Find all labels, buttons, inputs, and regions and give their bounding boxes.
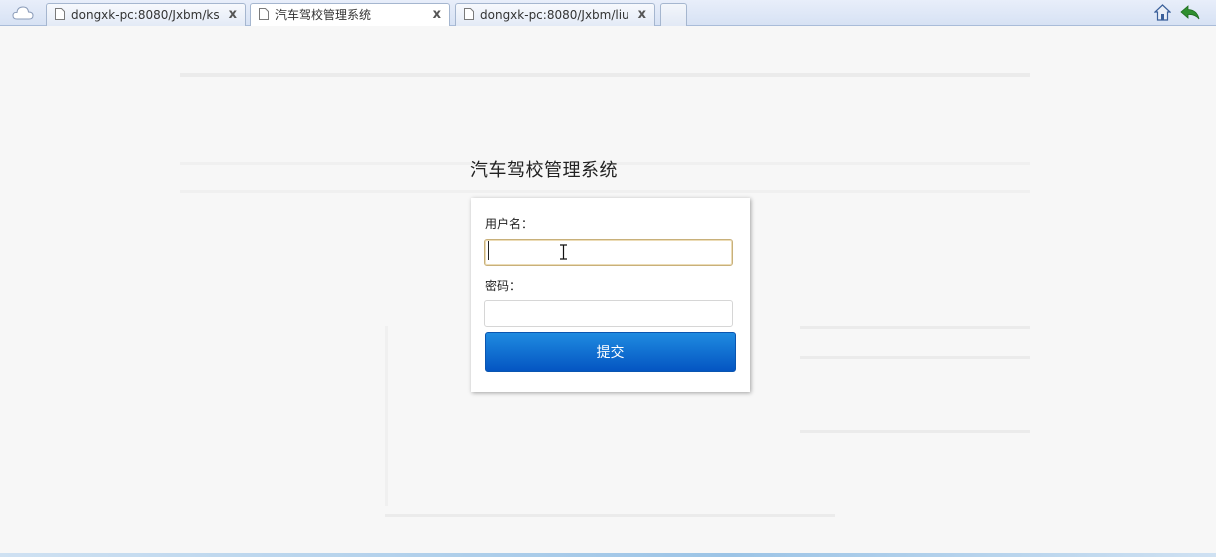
tab-ksdet[interactable]: dongxk-pc:8080/Jxbm/ksDet x bbox=[46, 3, 246, 26]
close-icon[interactable]: x bbox=[638, 7, 646, 22]
login-panel: 用户名： 密码： 提交 bbox=[471, 198, 750, 392]
background-artifact bbox=[800, 326, 1030, 329]
tab-liuyan[interactable]: dongxk-pc:8080/Jxbm/liuyan x bbox=[455, 3, 655, 26]
cloud-icon[interactable] bbox=[12, 5, 34, 21]
page-icon bbox=[55, 8, 65, 20]
username-input[interactable] bbox=[484, 239, 733, 266]
close-icon[interactable]: x bbox=[433, 7, 441, 22]
background-artifact bbox=[385, 326, 388, 506]
page-icon bbox=[464, 8, 474, 20]
background-artifact bbox=[800, 430, 1030, 433]
back-arrow-icon[interactable] bbox=[1180, 5, 1200, 20]
tab-label: dongxk-pc:8080/Jxbm/liuyan bbox=[480, 8, 628, 22]
background-artifact bbox=[385, 514, 835, 517]
close-icon[interactable]: x bbox=[229, 7, 237, 22]
page-title: 汽车驾校管理系统 bbox=[470, 160, 618, 181]
window-bottom-border bbox=[0, 553, 1216, 557]
tab-label: 汽车驾校管理系统 bbox=[275, 8, 372, 22]
background-artifact bbox=[800, 356, 1030, 359]
browser-tab-bar: dongxk-pc:8080/Jxbm/ksDet x 汽车驾校管理系统 x d… bbox=[0, 0, 1216, 27]
home-icon[interactable] bbox=[1154, 4, 1171, 21]
page-viewport: 汽车驾校管理系统 用户名： 密码： 提交 bbox=[0, 26, 1216, 553]
ibeam-cursor-icon bbox=[560, 244, 567, 260]
password-input[interactable] bbox=[484, 300, 733, 327]
background-artifact bbox=[180, 73, 1030, 77]
tab-label: dongxk-pc:8080/Jxbm/ksDet bbox=[71, 8, 219, 22]
password-label: 密码： bbox=[485, 279, 522, 293]
username-label: 用户名： bbox=[485, 217, 534, 231]
tab-jiaxiao-system[interactable]: 汽车驾校管理系统 x bbox=[250, 3, 450, 27]
page-icon bbox=[259, 8, 269, 20]
submit-button[interactable]: 提交 bbox=[485, 332, 736, 372]
background-artifact bbox=[180, 190, 1030, 193]
new-tab-button[interactable] bbox=[660, 3, 687, 26]
text-caret bbox=[488, 241, 489, 260]
